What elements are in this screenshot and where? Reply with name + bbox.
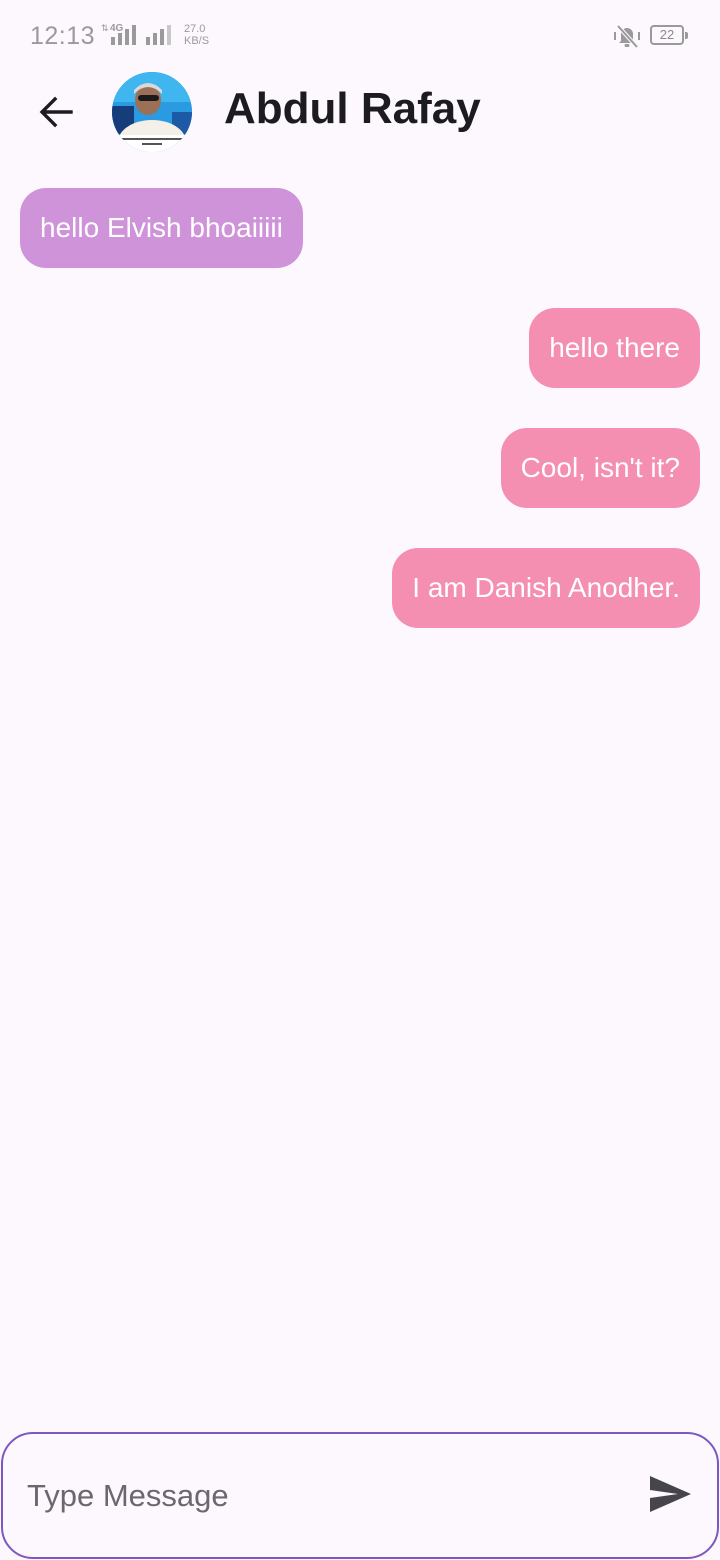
message-bubble-sent[interactable]: hello there (529, 308, 700, 388)
data-arrows-icon: ⇅ (101, 23, 109, 33)
vibrate-mute-icon (612, 23, 642, 49)
signal-icon (146, 25, 171, 45)
status-time: 12:13 (30, 22, 96, 50)
send-icon (650, 1476, 691, 1512)
back-button[interactable] (26, 86, 86, 138)
avatar[interactable] (112, 72, 192, 152)
message-bubble-sent[interactable]: Cool, isn't it? (500, 428, 700, 508)
network-speed: 27.0 KB/S (184, 23, 209, 47)
message-composer (1, 1432, 719, 1559)
arrow-left-icon (39, 96, 73, 128)
battery-icon: 22 (650, 25, 688, 45)
message-bubble-received[interactable]: hello Elvish bhoaiiiii (20, 188, 303, 268)
signal-icon (111, 25, 136, 45)
message-bubble-sent[interactable]: I am Danish Anodher. (392, 548, 700, 628)
contact-name: Abdul Rafay (224, 84, 481, 133)
network-speed-value: 27.0 (184, 23, 206, 35)
chat-header: Abdul Rafay (0, 72, 720, 156)
status-bar: 12:13 ⇅ 4G 27.0 KB/S 22 (0, 0, 720, 72)
message-input[interactable] (25, 1464, 609, 1528)
avatar-image (112, 72, 192, 152)
network-speed-unit: KB/S (184, 35, 210, 47)
send-button[interactable] (647, 1474, 697, 1518)
